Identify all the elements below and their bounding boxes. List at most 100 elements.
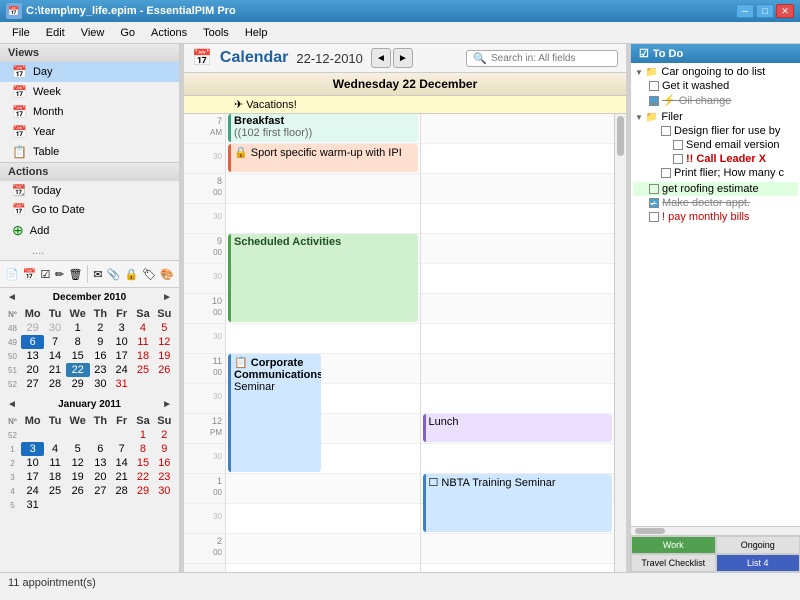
todo-cb-doctor[interactable]: ✓ bbox=[649, 198, 659, 208]
tb-check-btn[interactable]: ☑ bbox=[39, 263, 51, 285]
maximize-button[interactable]: □ bbox=[756, 4, 774, 18]
breakfast-event[interactable]: Breakfast ((102 first floor)) bbox=[228, 114, 418, 142]
todo-scroll-track[interactable] bbox=[631, 526, 800, 536]
time-1130: 30 bbox=[184, 384, 225, 414]
table-icon: 📋 bbox=[12, 145, 27, 159]
nbta-event[interactable]: ☐ NBTA Training Seminar bbox=[423, 474, 613, 532]
action-goto[interactable]: 📅 Go to Date bbox=[0, 200, 179, 219]
icon-toolbar: 📄 📅 ☑ ✏ 🗑 ✉ 📎 🔒 🏷 🎨 bbox=[0, 261, 179, 288]
time-9am: 9 00 bbox=[184, 234, 225, 264]
title-bar-left: 📅 C:\temp\my_life.epim - EssentialPIM Pr… bbox=[6, 3, 236, 19]
vacation-event[interactable]: ✈ Vacations! bbox=[234, 99, 297, 111]
todo-item-print[interactable]: Print flier; How many c bbox=[633, 166, 798, 180]
mini-cal-next-btn[interactable]: ► bbox=[159, 292, 175, 303]
allday-bar: ✈ Vacations! bbox=[184, 96, 626, 114]
right-grid: Lunch ☐ NBTA Training Seminar bbox=[421, 114, 615, 572]
calendar-date: 22-12-2010 bbox=[296, 51, 363, 66]
todo-item-email[interactable]: Send email version bbox=[633, 138, 798, 152]
mini-cal-sa-header: Sa bbox=[132, 307, 153, 321]
lunch-event[interactable]: Lunch bbox=[423, 414, 613, 442]
mini-cal-jan-next-btn[interactable]: ► bbox=[159, 399, 175, 410]
todo-cb-call[interactable] bbox=[673, 154, 683, 164]
todo-scroll-thumb[interactable] bbox=[635, 528, 665, 534]
sidebar-item-table[interactable]: 📋 Table bbox=[0, 142, 179, 162]
todo-section-filer-header[interactable]: ▼ 📁 Filer bbox=[633, 110, 798, 124]
menu-tools[interactable]: Tools bbox=[195, 25, 237, 41]
scheduled-event[interactable]: Scheduled Activities bbox=[228, 234, 418, 322]
todo-item-roofing[interactable]: get roofing estimate bbox=[633, 182, 798, 196]
action-more[interactable]: .... bbox=[0, 242, 179, 260]
todo-cb-bills[interactable] bbox=[649, 212, 659, 222]
todo-item-doctor[interactable]: ✓ Make doctor appt. bbox=[633, 196, 798, 210]
todo-item-call[interactable]: !! Call Leader X bbox=[633, 152, 798, 166]
todo-cb-print[interactable] bbox=[661, 168, 671, 178]
sidebar-item-week[interactable]: 📅 Week bbox=[0, 82, 179, 102]
todo-tab-list4[interactable]: List 4 bbox=[716, 554, 800, 572]
center-panel: 📅 Calendar 22-12-2010 ◄ ► 🔍 Wednesday 22… bbox=[184, 44, 626, 572]
todo-item-wash[interactable]: Get it washed bbox=[633, 79, 798, 93]
cal-prev-btn[interactable]: ◄ bbox=[371, 48, 391, 68]
tb-attach-btn[interactable]: 📎 bbox=[106, 263, 122, 285]
todo-cb-email[interactable] bbox=[673, 140, 683, 150]
mini-cal-prev-btn[interactable]: ◄ bbox=[4, 292, 20, 303]
todo-cb-design[interactable] bbox=[661, 126, 671, 136]
action-today[interactable]: 📆 Today bbox=[0, 181, 179, 200]
day-icon: 📅 bbox=[12, 65, 27, 79]
minimize-button[interactable]: ─ bbox=[736, 4, 754, 18]
mini-cal-fr-header: Fr bbox=[111, 307, 132, 321]
todo-cb-wash[interactable] bbox=[649, 81, 659, 91]
sidebar-item-day[interactable]: 📅 Day bbox=[0, 62, 179, 82]
cal-scrollbar-thumb[interactable] bbox=[617, 116, 624, 156]
mini-cal-row: 52 27282930 31 bbox=[4, 377, 175, 391]
menu-edit[interactable]: Edit bbox=[38, 25, 73, 41]
tb-new-btn[interactable]: 📄 bbox=[4, 263, 20, 285]
menu-bar: File Edit View Go Actions Tools Help bbox=[0, 22, 800, 44]
add-icon: ⊕ bbox=[12, 222, 24, 239]
sidebar-item-month[interactable]: 📅 Month bbox=[0, 102, 179, 122]
corporate-seminar-event[interactable]: 📋 Corporate Communications Seminar bbox=[228, 354, 321, 472]
close-button[interactable]: ✕ bbox=[776, 4, 794, 18]
mini-cal-january: ◄ January 2011 ► Nº MoTuWeThFr SaSu 52 1… bbox=[0, 395, 179, 516]
tb-cat-btn[interactable]: 🏷 bbox=[141, 263, 157, 285]
todo-cb-roofing[interactable] bbox=[649, 184, 659, 194]
todo-item-bills[interactable]: ! pay monthly bills bbox=[633, 210, 798, 224]
menu-view[interactable]: View bbox=[73, 25, 113, 41]
menu-file[interactable]: File bbox=[4, 25, 38, 41]
todo-label-print: Print flier; How many c bbox=[674, 167, 784, 179]
grid-lines bbox=[226, 114, 420, 572]
actions-section: Actions 📆 Today 📅 Go to Date ⊕ Add .... bbox=[0, 163, 179, 261]
title-bar-controls[interactable]: ─ □ ✕ bbox=[736, 4, 794, 18]
todo-item-oil[interactable]: ✓ ⚡ Oil change bbox=[633, 93, 798, 108]
tb-cal-btn[interactable]: 📅 bbox=[22, 263, 38, 285]
mini-cal-row: 2 1011121314 1516 bbox=[4, 456, 175, 470]
mini-cal-jan-prev-btn[interactable]: ◄ bbox=[4, 399, 20, 410]
todo-tab-travel[interactable]: Travel Checklist bbox=[631, 554, 716, 572]
menu-actions[interactable]: Actions bbox=[143, 25, 195, 41]
search-input[interactable] bbox=[491, 53, 611, 64]
mini-cal-row: 48 2930 123 45 bbox=[4, 321, 175, 335]
todo-checkbox-icon: ☑ bbox=[639, 47, 649, 60]
tb-color-btn[interactable]: 🎨 bbox=[159, 263, 175, 285]
mini-cal-jan-header: ◄ January 2011 ► bbox=[4, 399, 175, 410]
sport-event[interactable]: 🔒 Sport specific warm-up with IPI bbox=[228, 144, 418, 172]
tb-edit-btn[interactable]: ✏ bbox=[53, 263, 65, 285]
calendar-search[interactable]: 🔍 bbox=[466, 50, 618, 67]
time-930: 30 bbox=[184, 264, 225, 294]
todo-tab-ongoing[interactable]: Ongoing bbox=[716, 536, 800, 554]
cal-next-btn[interactable]: ► bbox=[393, 48, 413, 68]
year-icon: 📅 bbox=[12, 125, 27, 139]
todo-section-car-header[interactable]: ▼ 📁 Car ongoing to do list bbox=[633, 65, 798, 79]
cal-scrollbar[interactable] bbox=[614, 114, 626, 572]
tb-lock-btn[interactable]: 🔒 bbox=[124, 263, 140, 285]
tb-del-btn[interactable]: 🗑 bbox=[67, 263, 83, 285]
time-12pm: 12 PM bbox=[184, 414, 225, 444]
menu-help[interactable]: Help bbox=[237, 25, 276, 41]
todo-item-design[interactable]: Design flier for use by bbox=[633, 124, 798, 138]
menu-go[interactable]: Go bbox=[112, 25, 143, 41]
todo-tab-work[interactable]: Work bbox=[631, 536, 716, 554]
action-add[interactable]: ⊕ Add bbox=[0, 219, 179, 242]
sidebar-item-year[interactable]: 📅 Year bbox=[0, 122, 179, 142]
todo-cb-oil[interactable]: ✓ bbox=[649, 96, 659, 106]
tb-mail-btn[interactable]: ✉ bbox=[92, 263, 104, 285]
actions-title: Actions bbox=[0, 163, 179, 181]
